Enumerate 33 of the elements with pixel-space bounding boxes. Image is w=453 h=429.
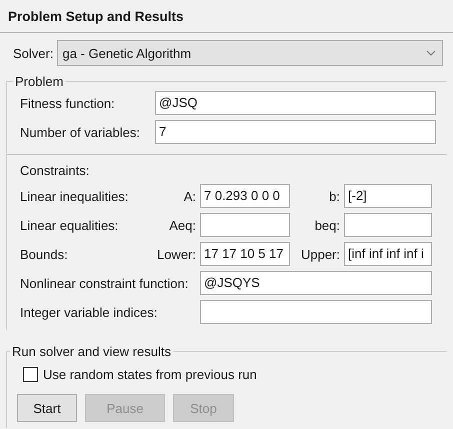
caret-icon — [426, 50, 436, 56]
field-label: Aeq: — [168, 218, 197, 232]
panel-title: Problem Setup and Results — [0, 0, 453, 33]
group-label: Problem — [14, 74, 64, 89]
field-label: Number of variables: — [20, 124, 141, 140]
input-field[interactable]: 7 0.293 0 0 0 — [200, 184, 290, 208]
input-field[interactable]: [-2] — [344, 184, 432, 208]
input-field[interactable]: [inf inf inf inf i — [344, 242, 432, 266]
solver-dropdown[interactable]: ga - Genetic Algorithm — [57, 40, 443, 66]
section-label: Constraints: — [20, 163, 90, 178]
field-label: b: — [328, 188, 341, 204]
field-label: beq: — [314, 218, 341, 232]
field-label: Fitness function: — [20, 96, 116, 110]
input-field[interactable]: 17 17 10 5 17 — [200, 242, 290, 266]
input-field[interactable] — [200, 300, 432, 324]
field-label: Bounds: — [20, 246, 69, 262]
field-label: Linear inequalities: — [20, 188, 130, 204]
input-field[interactable] — [344, 213, 432, 237]
field-label: Solver: — [13, 46, 54, 60]
input-field[interactable]: @JSQYS — [200, 271, 432, 295]
checkbox-label: Use random states from previous run — [43, 367, 257, 382]
checkbox[interactable] — [23, 367, 38, 382]
group-label: Run solver and view results — [11, 344, 172, 359]
field-label: Nonlinear constraint function: — [20, 276, 190, 290]
field-label: Lower: — [156, 246, 197, 262]
input-field[interactable]: 7 — [155, 120, 436, 144]
input-field[interactable]: @JSQ — [155, 91, 436, 115]
start-button[interactable]: Start — [17, 394, 77, 422]
field-label: A: — [182, 188, 197, 204]
field-label: Integer variable indices: — [20, 304, 158, 320]
field-label: Upper: — [300, 246, 341, 262]
input-field[interactable] — [200, 213, 290, 237]
field-label: Linear equalities: — [20, 218, 120, 232]
